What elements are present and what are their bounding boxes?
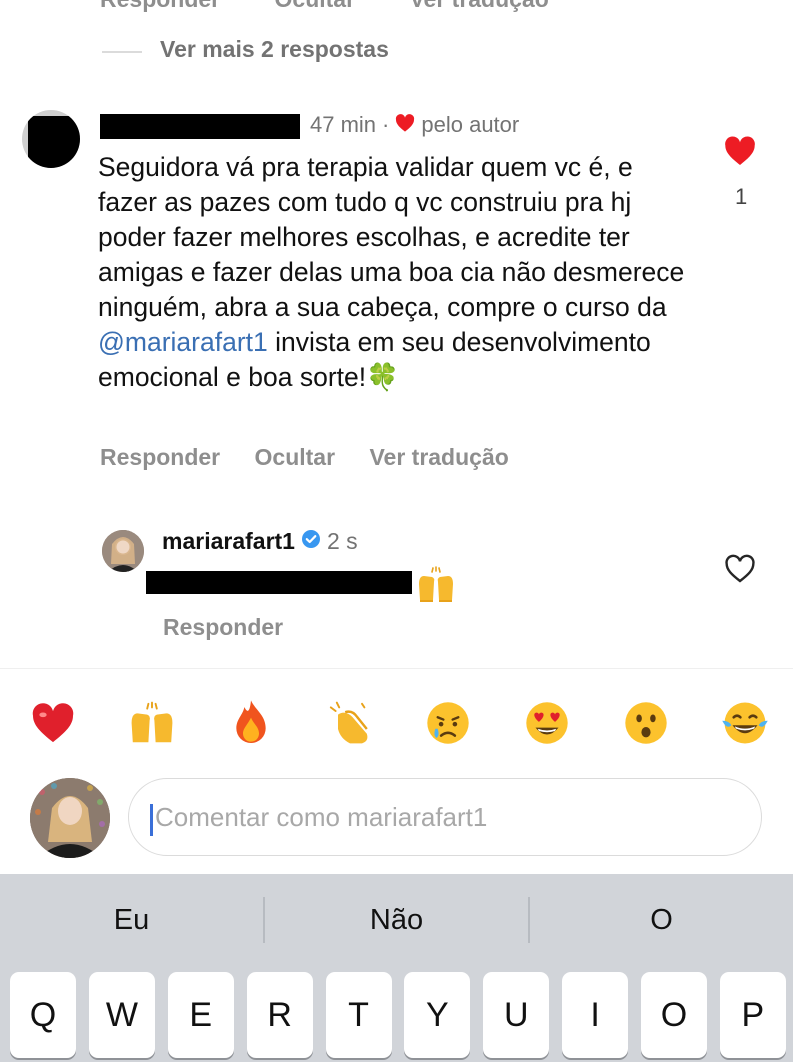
emoji-astonished-face[interactable] bbox=[617, 694, 675, 752]
redacted-mention bbox=[146, 571, 412, 594]
meta-separator: · bbox=[382, 112, 390, 137]
redacted-username bbox=[100, 114, 300, 139]
comment-meta: 47 min · pelo autor bbox=[310, 112, 519, 138]
key-u[interactable]: U bbox=[483, 972, 550, 1058]
reply-respond-button[interactable]: Responder bbox=[163, 614, 283, 641]
translate-button[interactable]: Ver tradução bbox=[369, 444, 508, 470]
divider bbox=[0, 668, 793, 669]
reply-header: mariarafart1 2 s bbox=[162, 528, 358, 555]
key-e[interactable]: E bbox=[167, 972, 234, 1058]
redaction-box bbox=[28, 116, 80, 168]
reply-username[interactable]: mariarafart1 bbox=[162, 528, 295, 555]
emoji-clapping-hands[interactable] bbox=[321, 694, 379, 752]
liked-by-author-label: pelo autor bbox=[421, 112, 520, 137]
author-like-heart-icon bbox=[395, 112, 415, 138]
emoji-heart[interactable] bbox=[24, 694, 82, 752]
suggestion-2[interactable]: Não bbox=[265, 874, 528, 966]
emoji-fire[interactable] bbox=[222, 694, 280, 752]
suggestion-1[interactable]: Eu bbox=[0, 874, 263, 966]
like-heart-icon[interactable] bbox=[724, 136, 756, 171]
comment-body: Seguidora vá pra terapia validar quem vc… bbox=[98, 152, 685, 322]
keyboard-suggestions: Eu Não O bbox=[0, 874, 793, 966]
key-t[interactable]: T bbox=[325, 972, 392, 1058]
thread-line bbox=[102, 51, 142, 53]
verified-badge-icon bbox=[301, 528, 321, 555]
emoji-crying-face[interactable] bbox=[419, 694, 477, 752]
hide-button[interactable]: Ocultar bbox=[255, 444, 336, 470]
reply-link[interactable]: Responder bbox=[100, 0, 220, 12]
reply-button[interactable]: Responder bbox=[100, 444, 220, 470]
key-o[interactable]: O bbox=[641, 972, 707, 1058]
view-more-replies-button[interactable]: Ver mais 2 respostas bbox=[160, 36, 389, 63]
reply-like-heart-icon[interactable] bbox=[724, 554, 756, 589]
comment-time: 47 min bbox=[310, 112, 377, 137]
emoji-quick-bar bbox=[24, 694, 774, 752]
emoji-raising-hands[interactable] bbox=[123, 694, 181, 752]
previous-comment-actions: Responder Ocultar Ver tradução bbox=[100, 0, 597, 13]
comment-actions: Responder Ocultar Ver tradução bbox=[100, 444, 537, 471]
emoji-heart-eyes[interactable] bbox=[518, 694, 576, 752]
reply-avatar[interactable] bbox=[102, 530, 144, 572]
like-count: 1 bbox=[735, 184, 748, 209]
commenter-avatar[interactable] bbox=[22, 110, 80, 168]
key-i[interactable]: I bbox=[562, 972, 629, 1058]
key-y[interactable]: Y bbox=[404, 972, 471, 1058]
text-caret bbox=[150, 804, 153, 836]
keyboard-top-row: Q W E R T Y U I O P bbox=[10, 972, 786, 1060]
key-r[interactable]: R bbox=[246, 972, 313, 1058]
emoji-tears-of-joy[interactable] bbox=[716, 694, 774, 752]
key-q[interactable]: Q bbox=[10, 972, 76, 1058]
raising-hands-emoji bbox=[416, 566, 456, 607]
key-w[interactable]: W bbox=[88, 972, 155, 1058]
reply-time: 2 s bbox=[326, 528, 358, 554]
clover-emoji: 🍀 bbox=[366, 362, 400, 392]
comment-input[interactable] bbox=[155, 780, 745, 854]
hide-link[interactable]: Ocultar bbox=[275, 0, 356, 12]
translate-link[interactable]: Ver tradução bbox=[409, 0, 548, 12]
composer-avatar bbox=[30, 778, 110, 858]
suggestion-3[interactable]: O bbox=[530, 874, 793, 966]
comment-text: Seguidora vá pra terapia validar quem vc… bbox=[98, 150, 698, 395]
key-p[interactable]: P bbox=[719, 972, 786, 1058]
mention-link[interactable]: @mariarafart1 bbox=[98, 327, 268, 357]
